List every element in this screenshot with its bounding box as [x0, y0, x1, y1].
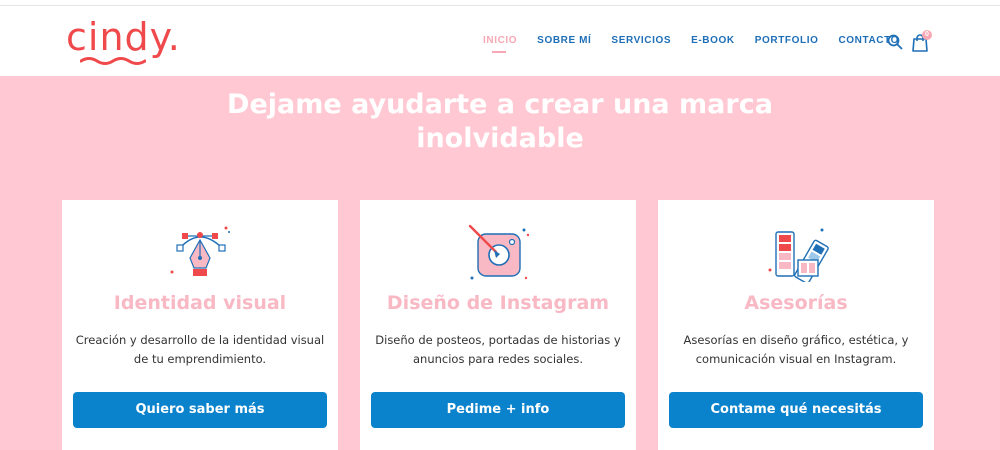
hero-title-line-2: inolvidable [416, 123, 584, 154]
card-title: Diseño de Instagram [386, 292, 610, 314]
color-swatch-icon [768, 228, 829, 282]
card-title: Identidad visual [113, 292, 287, 314]
service-card-diseno-instagram: Diseño de Instagram Diseño de posteos, p… [360, 200, 636, 450]
logo-wave-icon [80, 57, 146, 65]
quiero-saber-mas-button[interactable]: Quiero saber más [73, 392, 327, 428]
nav-item-ebook[interactable]: E-BOOK [691, 35, 735, 46]
pedime-info-button[interactable]: Pedime + info [371, 392, 625, 428]
pen-tool-icon [170, 226, 230, 276]
nav-item-inicio[interactable]: INICIO [483, 35, 517, 53]
hero-title-line-1: Dejame ayudarte a crear una marca [227, 89, 773, 120]
main-nav: INICIO SOBRE MÍ SERVICIOS E-BOOK PORTFOL… [483, 35, 899, 53]
card-title: Asesorías [744, 292, 848, 314]
contame-que-necesitas-button[interactable]: Contame qué necesitás [669, 392, 923, 428]
nav-item-sobre-mi[interactable]: SOBRE MÍ [537, 35, 591, 46]
logo-text: cindy. [66, 15, 181, 59]
search-icon[interactable] [887, 34, 903, 50]
nav-item-servicios[interactable]: SERVICIOS [611, 35, 671, 46]
service-card-asesorias: Asesorías Asesorías en diseño gráfico, e… [658, 200, 934, 450]
cart-count-badge: 0 [922, 30, 932, 40]
service-card-identidad-visual: Identidad visual Creación y desarrollo d… [62, 200, 338, 450]
card-description: Asesorías en diseño gráfico, estética, y… [683, 333, 909, 366]
card-description: Creación y desarrollo de la identidad vi… [75, 333, 325, 366]
site-header: cindy. INICIO SOBRE MÍ SERVICIOS E-BOOK … [0, 6, 1000, 76]
logo[interactable]: cindy. [66, 14, 186, 74]
instagram-design-icon [468, 224, 530, 280]
card-description: Diseño de posteos, portadas de historias… [375, 333, 621, 366]
hero-title: Dejame ayudarte a crear una marca inolvi… [200, 88, 800, 156]
nav-item-portfolio[interactable]: PORTFOLIO [755, 35, 819, 46]
